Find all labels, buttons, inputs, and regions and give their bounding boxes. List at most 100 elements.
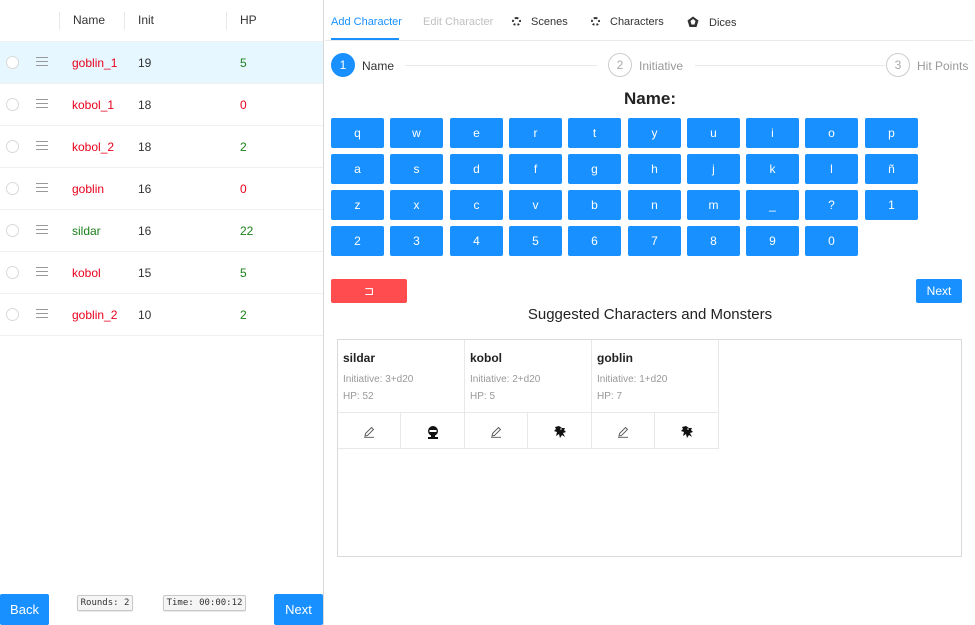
- keyboard-key[interactable]: 6: [568, 226, 621, 256]
- tab-characters[interactable]: Characters: [591, 16, 664, 28]
- keyboard-key[interactable]: o: [805, 118, 858, 148]
- suggestion-card[interactable]: goblin Initiative: 1+d20 HP: 7: [592, 340, 719, 449]
- row-name: kobol_1: [72, 98, 115, 112]
- drag-handle-icon[interactable]: [36, 57, 48, 67]
- add-to-combat-button[interactable]: [528, 413, 591, 449]
- keyboard-key[interactable]: 4: [450, 226, 503, 256]
- row-radio[interactable]: [6, 56, 19, 69]
- drag-handle-icon[interactable]: [36, 183, 48, 193]
- next-step-button[interactable]: Next: [916, 279, 962, 303]
- drag-handle-icon[interactable]: [36, 267, 48, 277]
- next-turn-button[interactable]: Next: [274, 594, 323, 625]
- row-radio[interactable]: [6, 266, 19, 279]
- keyboard-key[interactable]: u: [687, 118, 740, 148]
- drag-handle-icon[interactable]: [36, 225, 48, 235]
- keyboard-key[interactable]: x: [390, 190, 443, 220]
- row-radio[interactable]: [6, 98, 19, 111]
- keyboard-key[interactable]: y: [628, 118, 681, 148]
- keyboard-key[interactable]: 9: [746, 226, 799, 256]
- edit-button[interactable]: [338, 413, 401, 449]
- keyboard-key[interactable]: 7: [628, 226, 681, 256]
- keyboard-key[interactable]: v: [509, 190, 562, 220]
- edit-icon: [618, 426, 629, 438]
- row-init: 16: [138, 182, 152, 196]
- column-header-hp[interactable]: HP: [240, 13, 257, 27]
- dice-icon: [687, 16, 699, 27]
- keyboard-key[interactable]: j: [687, 154, 740, 184]
- keyboard-key[interactable]: q: [331, 118, 384, 148]
- keyboard-key[interactable]: m: [687, 190, 740, 220]
- row-init: 16: [138, 224, 152, 238]
- table-row[interactable]: kobol 15 5: [0, 252, 323, 294]
- keyboard-key[interactable]: l: [805, 154, 858, 184]
- keyboard-key[interactable]: s: [390, 154, 443, 184]
- table-row[interactable]: kobol_2 18 2: [0, 126, 323, 168]
- keyboard-key[interactable]: _: [746, 190, 799, 220]
- row-init: 10: [138, 308, 152, 322]
- keyboard-key[interactable]: 2: [331, 226, 384, 256]
- suggestion-card[interactable]: kobol Initiative: 2+d20 HP: 5: [465, 340, 592, 449]
- row-radio[interactable]: [6, 308, 19, 321]
- suggestion-card[interactable]: sildar Initiative: 3+d20 HP: 52: [338, 340, 465, 449]
- keyboard-key[interactable]: i: [746, 118, 799, 148]
- row-radio[interactable]: [6, 140, 19, 153]
- keyboard-key[interactable]: 0: [805, 226, 858, 256]
- keyboard-key[interactable]: p: [865, 118, 918, 148]
- gear-icon: [512, 17, 521, 26]
- keyboard-key[interactable]: g: [568, 154, 621, 184]
- keyboard-key[interactable]: 3: [390, 226, 443, 256]
- tab-scenes[interactable]: Scenes: [512, 16, 568, 28]
- column-header-init[interactable]: Init: [138, 13, 154, 27]
- add-character-panel: Add Character Edit Character Scenes Char…: [325, 0, 975, 625]
- table-row[interactable]: goblin_2 10 2: [0, 294, 323, 336]
- keyboard-key[interactable]: e: [450, 118, 503, 148]
- table-row[interactable]: sildar 16 22: [0, 210, 323, 252]
- tab-characters-label: Characters: [610, 16, 664, 28]
- back-button[interactable]: Back: [0, 594, 49, 625]
- tab-dices[interactable]: Dices: [687, 16, 737, 29]
- keyboard-key[interactable]: w: [390, 118, 443, 148]
- keyboard-key[interactable]: c: [450, 190, 503, 220]
- backspace-button[interactable]: ⊐: [331, 279, 407, 303]
- edit-button[interactable]: [465, 413, 528, 449]
- drag-handle-icon[interactable]: [36, 141, 48, 151]
- keyboard-key[interactable]: k: [746, 154, 799, 184]
- keyboard-key[interactable]: f: [509, 154, 562, 184]
- keyboard-key[interactable]: a: [331, 154, 384, 184]
- keyboard-key[interactable]: h: [628, 154, 681, 184]
- row-name: goblin: [72, 182, 105, 196]
- row-radio[interactable]: [6, 224, 19, 237]
- row-hp: 0: [240, 98, 247, 112]
- row-init: 19: [138, 56, 152, 70]
- add-to-combat-button[interactable]: [655, 413, 718, 449]
- keyboard-key[interactable]: t: [568, 118, 621, 148]
- step-3-icon: 3: [886, 53, 910, 77]
- row-hp: 5: [240, 266, 247, 280]
- row-hp: 2: [240, 308, 247, 322]
- keyboard-key[interactable]: z: [331, 190, 384, 220]
- add-to-combat-button[interactable]: [401, 413, 464, 449]
- edit-button[interactable]: [592, 413, 655, 449]
- row-radio[interactable]: [6, 182, 19, 195]
- keyboard-key[interactable]: 5: [509, 226, 562, 256]
- table-row[interactable]: goblin 16 0: [0, 168, 323, 210]
- keyboard-title: Name:: [624, 89, 676, 108]
- row-init: 18: [138, 140, 152, 154]
- keyboard-key[interactable]: 1: [865, 190, 918, 220]
- keyboard-key[interactable]: r: [509, 118, 562, 148]
- drag-handle-icon[interactable]: [36, 99, 48, 109]
- drag-handle-icon[interactable]: [36, 309, 48, 319]
- keyboard-key[interactable]: ñ: [865, 154, 918, 184]
- column-header-name[interactable]: Name: [73, 13, 105, 27]
- tab-add-character[interactable]: Add Character: [331, 16, 402, 28]
- keyboard-key[interactable]: b: [568, 190, 621, 220]
- keyboard-key[interactable]: n: [628, 190, 681, 220]
- table-row[interactable]: goblin_1 19 5: [0, 42, 323, 84]
- edit-icon: [364, 426, 375, 438]
- card-hp: HP: 52: [343, 391, 374, 402]
- tab-bar: Add Character Edit Character Scenes Char…: [325, 0, 973, 41]
- table-row[interactable]: kobol_1 18 0: [0, 84, 323, 126]
- keyboard-key[interactable]: 8: [687, 226, 740, 256]
- keyboard-key[interactable]: d: [450, 154, 503, 184]
- keyboard-key[interactable]: ?: [805, 190, 858, 220]
